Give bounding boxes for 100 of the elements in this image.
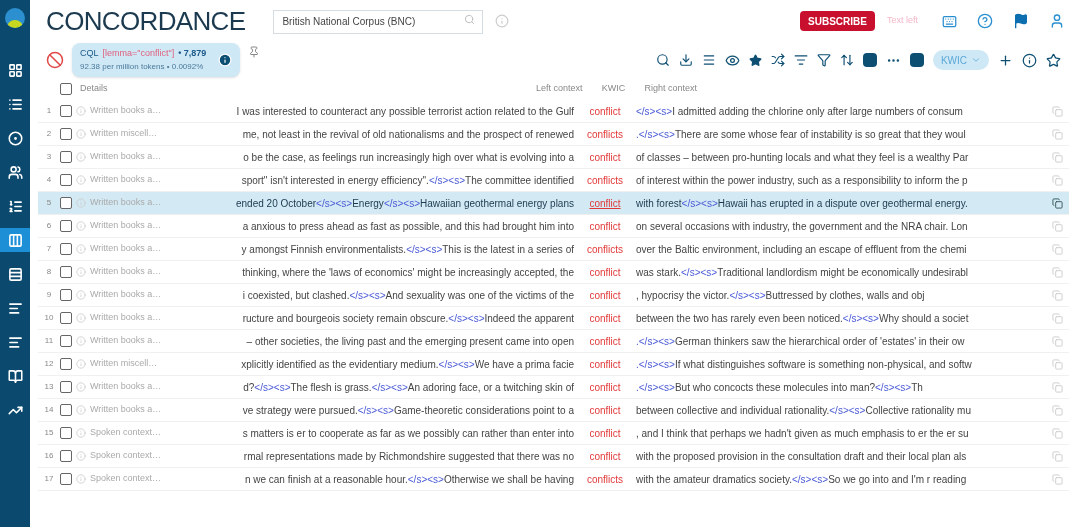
caret-icon <box>971 55 981 65</box>
details-text[interactable]: Written miscell… <box>90 127 164 141</box>
concordance-row[interactable]: 5 Written books a… ended 20 October</s><s>Energy</s><s>Hawaiian geothermal energy plans conflict with forest</s><s>Hawaii has erupted in a dispute over geothermal energy. <box>38 192 1069 215</box>
context-text: of classes – between pro-hunting locals and what they feel is a wealthy Par <box>636 150 969 165</box>
details-text[interactable]: Spoken context… <box>90 426 164 440</box>
row-number: 12 <box>43 358 55 370</box>
column-header: Details <box>80 82 109 96</box>
star-icon[interactable] <box>748 53 762 67</box>
info-icon[interactable] <box>1022 52 1037 68</box>
download-icon[interactable] <box>678 53 693 67</box>
details-text[interactable]: Written books a… <box>90 380 164 394</box>
context-text: .</s><s>If what distinguishes software is something non-physical, and softw <box>636 357 972 372</box>
concordance-row[interactable]: 2 Written miscell… me, not least in the revival of old nationalisms and the prospect of renewed conflicts .</s><s>There are some whose fear of instability is so great that they woul <box>38 123 1069 146</box>
row-checkbox[interactable] <box>60 427 72 439</box>
concordance-row[interactable]: 14 Written books a… ve strategy were pursued.</s><s>Game-theoretic considerations point to a conflict between collective and individual rationality.</s><s>Collective rationality mu <box>38 399 1069 422</box>
sort-icon[interactable] <box>793 53 808 67</box>
row-checkbox[interactable] <box>60 220 72 232</box>
concordance-row[interactable]: 6 Written books a… a anxious to press ahead as fast as possible, and this had brought him into conflict on several occasions with industry, the government and the NRA chair. Lon <box>38 215 1069 238</box>
keyword-text[interactable]: conflicts <box>582 172 628 188</box>
row-checkbox[interactable] <box>60 266 72 278</box>
row-checkbox[interactable] <box>60 358 72 370</box>
details-text[interactable]: Written books a… <box>90 242 164 256</box>
keyword-text[interactable]: conflict <box>582 103 628 119</box>
row-checkbox[interactable] <box>60 404 72 416</box>
details-text[interactable]: Written books a… <box>90 219 164 233</box>
help-icon[interactable] <box>977 13 993 29</box>
concordance-row[interactable]: 10 Written books a… ructure and bourgeois society remain obscure.</s><s>Indeed the apparent conflict between the two has rarely even been noticed.</s><s>Why should a societ <box>38 307 1069 330</box>
details-text[interactable]: Written books a… <box>90 403 164 417</box>
keyword-text[interactable]: conflict <box>582 448 628 464</box>
details-text[interactable]: Spoken context… <box>90 449 164 463</box>
keyword-text[interactable]: conflict <box>582 195 628 211</box>
keyword-text[interactable]: conflict <box>582 218 628 234</box>
concordance-row[interactable]: 13 Written books a… d?</s><s>The flesh is grass.</s><s>An adoring face, or a twitching skin of conflict .</s><s>But who concocts these molecules into man?</s><s>Th <box>38 376 1069 399</box>
concordance-row[interactable]: 7 Written books a… y amongst Finnish environmentalists.</s><s>This is the latest in a series of conflicts over the Baltic environment, including an escape of effluent from the chemi <box>38 238 1069 261</box>
keyword-text[interactable]: conflicts <box>582 126 628 142</box>
sort-order-icon[interactable] <box>839 53 854 67</box>
subscribe-button[interactable]: SUBSCRIBE <box>800 11 875 31</box>
details-text[interactable]: Written books a… <box>90 150 164 164</box>
keyword-text[interactable]: conflicts <box>582 471 628 487</box>
keyboard-icon[interactable] <box>942 13 957 29</box>
details-text[interactable]: Spoken context… <box>90 472 164 486</box>
details-text[interactable]: Written books a… <box>90 104 164 118</box>
search-icon[interactable] <box>655 53 670 67</box>
row-checkbox[interactable] <box>60 174 72 186</box>
concordance-row[interactable]: 3 Written books a… o be the case, as feelings run increasingly high over what is evolving into a conflict of classes – between pro-hunting locals and what they feel is a wealthy Par <box>38 146 1069 169</box>
keyword-text[interactable]: conflict <box>582 149 628 165</box>
keyword-text[interactable]: conflicts <box>582 241 628 257</box>
filter-icon[interactable] <box>816 53 831 67</box>
concordance-row[interactable]: 12 Written miscell… xplicitly identified as the evidentiary medium.</s><s>We have a prima facie conflict .</s><s>If what distinguishes software is something non-physical, and softw <box>38 353 1069 376</box>
add-icon[interactable] <box>998 52 1013 68</box>
star-icon[interactable] <box>1046 52 1061 68</box>
frequency-text: 92.38 per million tokens • 0.0092% <box>80 60 205 73</box>
shuffle-icon[interactable] <box>770 53 785 67</box>
details-text[interactable]: Written books a… <box>90 311 164 325</box>
details-text[interactable]: Written books a… <box>90 288 164 302</box>
details-text[interactable]: Written books a… <box>90 173 164 187</box>
concordance-row[interactable]: 1 Written books a… I was interested to counteract any possible terrorist action related to the Gulf conflict </s><s>I admitted adding the chlorine only after large numbers of consum <box>38 100 1069 123</box>
concordance-row[interactable]: 15 Spoken context… s matters is er to cooperate as far as we possibly can rather than enter into conflict , and I think that perhaps we hadn't given as much emphasis to er the er su <box>38 422 1069 445</box>
eye-icon[interactable] <box>724 52 740 68</box>
query-pill[interactable]: CQL [lemma="conflict"] • 7,879 92.38 per million tokens • 0.0092% <box>72 43 241 77</box>
pin-icon[interactable] <box>248 46 261 58</box>
keyword-text[interactable]: conflict <box>582 287 628 303</box>
columns-icon[interactable] <box>0 228 30 252</box>
keyword-text[interactable]: conflict <box>582 425 628 441</box>
details-text[interactable]: Written books a… <box>90 334 164 348</box>
row-checkbox[interactable] <box>60 450 72 462</box>
keyword-text[interactable]: conflict <box>582 379 628 395</box>
context-text: , hypocrisy the victor.</s><s>Buttressed by clothes, walls and obj <box>636 288 925 303</box>
concordance-row[interactable]: 16 Spoken context… rmal representations made by Richmondshire suggested that there was no conflict with the proposed provision in the consultation draft and their local plan als <box>38 445 1069 468</box>
keyword-text[interactable]: conflict <box>582 333 628 349</box>
keyword-text[interactable]: conflict <box>582 264 628 280</box>
concordance-row[interactable]: 9 Written books a… i coexisted, but clashed.</s><s>And sexuality was one of the victims of the conflict , hypocrisy the victor.</s><s>Buttressed by clothes, walls and obj <box>38 284 1069 307</box>
concordance-row[interactable]: 8 Written books a… thinking, where the 'laws of economics' might be increasingly accepted, the conflict was stark.</s><s>Traditional landlordism might be economically undesirabl <box>38 261 1069 284</box>
row-checkbox[interactable] <box>60 335 72 347</box>
menu-icon[interactable] <box>701 53 716 67</box>
row-checkbox[interactable] <box>60 289 72 301</box>
concordance-row[interactable]: 17 Spoken context… n we can finish at a reasonable hour.</s><s>Otherwise we shall be having conflicts with the amateur dramatics society.</s><s>So we go into and I'm r reading <box>38 468 1069 491</box>
concordance-row[interactable]: 11 Written books a… – other societies, the living past and the emerging present came into open conflict .</s><s>German thinkers saw the hierarchical order of 'estates' in their ow <box>38 330 1069 353</box>
keyword-text[interactable]: conflict <box>582 402 628 418</box>
context-text: thinking, where the 'laws of economics' might be increasingly accepted, the <box>242 265 574 280</box>
context-text: y amongst Finnish environmentalists.</s><s>This is the latest in a series of <box>241 242 574 257</box>
row-checkbox[interactable] <box>60 381 72 393</box>
row-checkbox[interactable] <box>60 197 72 209</box>
row-checkbox[interactable] <box>60 105 72 117</box>
details-text[interactable]: Written books a… <box>90 265 164 279</box>
details-text[interactable]: Written miscell… <box>90 357 164 371</box>
user-icon[interactable] <box>1049 13 1065 29</box>
row-checkbox[interactable] <box>60 128 72 140</box>
keyword-text[interactable]: conflict <box>582 310 628 326</box>
row-checkbox[interactable] <box>60 151 72 163</box>
row-checkbox[interactable] <box>60 473 72 485</box>
row-checkbox[interactable] <box>60 243 72 255</box>
select-all-checkbox[interactable] <box>60 83 72 95</box>
row-number: 14 <box>43 404 55 416</box>
corpus-field[interactable]: British National Corpus (BNC) <box>273 9 484 34</box>
keyword-text[interactable]: conflict <box>582 356 628 372</box>
logo-icon[interactable] <box>5 8 25 28</box>
copy-icon[interactable] <box>1052 197 1063 209</box>
row-checkbox[interactable] <box>60 312 72 324</box>
flag-icon[interactable] <box>1013 13 1029 29</box>
